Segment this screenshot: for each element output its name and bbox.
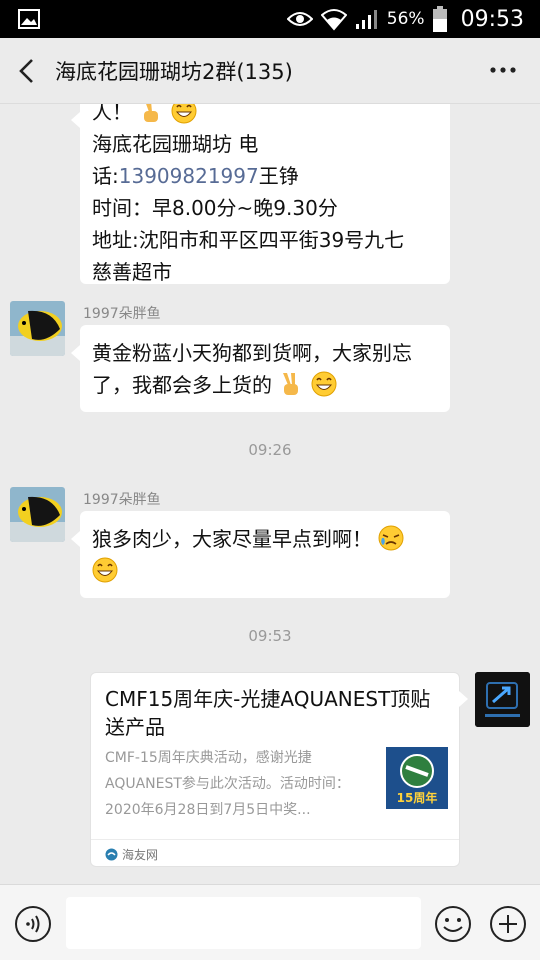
chat-title: 海底花园珊瑚坊2群(135) [55,60,293,84]
message-text: 人！ [92,104,132,124]
message-text: 话: [92,164,119,188]
message-text: 王铮 [258,164,299,188]
wifi-icon [320,9,347,31]
message-text: 了，我都会多上货的 [92,373,272,397]
sender-name: 1997朵胖鱼 [83,492,161,508]
timestamp: 09:26 [248,441,292,459]
my-avatar[interactable] [475,672,530,727]
message-text: 地址:沈阳市和平区四平街39号九七 [92,228,405,252]
message-text: 时间：早8.00分~晚9.30分 [92,196,338,220]
message-text: 海底花园珊瑚坊 电 [92,132,259,156]
link-card-description: CMF-15周年庆典活动，感谢光捷AQUANEST参与此次活动。活动时间：202… [105,750,350,818]
status-bar: 56% 09:53 [0,0,540,38]
source-logo-icon [105,848,118,861]
crying-face-emoji-icon [378,525,404,551]
message-text: 慈善超市 [92,260,172,284]
link-card-thumbnail: 15周年 [386,747,448,809]
gallery-icon [18,9,40,29]
eye-icon [286,12,313,26]
plus-icon[interactable] [489,905,527,943]
sender-avatar[interactable] [10,301,65,356]
link-card-source-text: 海友网 [122,848,159,862]
link-card-title: CMF15周年庆-光捷AQUANEST顶贴送产品 [105,687,431,739]
timestamp: 09:53 [248,627,292,645]
battery-percent: 56% [386,9,425,29]
voice-icon[interactable] [14,905,52,943]
victory-hand-emoji-icon [283,373,299,395]
link-card[interactable]: CMF15周年庆-光捷AQUANEST顶贴送产品 CMF-15周年庆典活动，感谢… [90,672,468,867]
message-bubble[interactable]: 人！ 海底花园珊瑚坊 电 话:13909821997王铮 时间：早8.00分~晚… [71,104,450,284]
victory-hand-emoji-icon [144,104,159,122]
input-bar [0,884,540,960]
thumb-label: 15周年 [397,790,438,805]
sender-name: 1997朵胖鱼 [83,306,161,322]
emoji-icon[interactable] [434,905,472,943]
chat-messages[interactable]: 人！ 海底花园珊瑚坊 电 话:13909821997王铮 时间：早8.00分~晚… [0,104,540,884]
message-text: 黄金粉蓝小天狗都到货啊，大家别忘 [92,341,412,365]
status-time: 09:53 [460,6,524,32]
back-arrow-icon[interactable] [14,56,42,86]
sender-avatar[interactable] [10,487,65,542]
grinning-emoji-icon [311,371,337,397]
link-card-source: 海友网 [105,846,158,863]
chat-header: 海底花园珊瑚坊2群(135) [0,38,540,104]
battery-icon [432,6,447,32]
more-icon[interactable] [488,60,518,80]
grinning-emoji-icon [171,104,197,124]
card-divider [91,839,459,840]
phone-link[interactable]: 13909821997 [119,164,259,188]
message-text: 狼多肉少，大家尽量早点到啊！ [92,527,372,551]
message-input[interactable] [66,897,421,949]
grinning-emoji-icon [92,557,118,583]
message-bubble[interactable]: 黄金粉蓝小天狗都到货啊，大家别忘 了，我都会多上货的 [71,325,450,412]
signal-icon [355,10,377,29]
message-bubble[interactable]: 狼多肉少，大家尽量早点到啊！ [71,511,450,598]
